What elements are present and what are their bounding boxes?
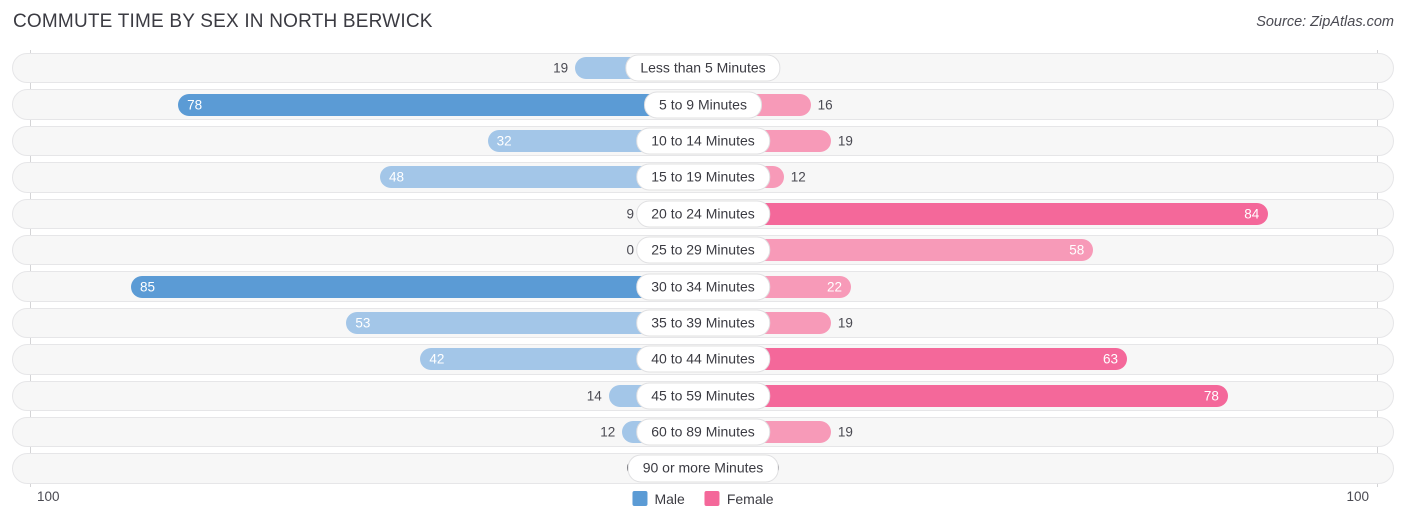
bar-male[interactable]: 78 [178, 93, 703, 116]
category-label: 60 to 89 Minutes [636, 418, 770, 446]
axis-tick-right: 100 [1346, 489, 1369, 504]
bar-value-male: 9 [626, 206, 634, 221]
legend-swatch-female [704, 491, 720, 506]
bar-male[interactable]: 85 [130, 275, 703, 298]
chart-title: COMMUTE TIME BY SEX IN NORTH BERWICK [13, 11, 433, 32]
category-label: 30 to 34 Minutes [636, 272, 770, 301]
bar-value-male: 19 [553, 60, 569, 76]
bar-female[interactable]: 84 [703, 202, 1269, 225]
bar-row: 14 78 45 to 59 Minutes [0, 378, 1406, 414]
bar-rows: 190Less than 5 Minutes78165 to 9 Minutes… [0, 50, 1406, 487]
bar-row: 48 12 15 to 19 Minutes [0, 159, 1406, 195]
bar-value-male: 53 [355, 315, 371, 331]
bar-female[interactable]: 78 [703, 384, 1228, 407]
category-label: 90 or more Minutes [627, 454, 779, 483]
bar-value-female: 19 [837, 315, 853, 331]
bar-row: 32 19 10 to 14 Minutes [0, 123, 1406, 159]
bar-value-male: 78 [187, 96, 203, 112]
chart-container: COMMUTE TIME BY SEX IN NORTH BERWICK Sou… [0, 0, 1406, 523]
source-attribution: Source: ZipAtlas.com [1256, 14, 1394, 30]
legend-label-male: Male [654, 490, 685, 507]
bar-value-male: 0 [626, 242, 634, 258]
bar-value-male: 12 [600, 424, 616, 440]
bar-row: 12 19 60 to 89 Minutes [0, 414, 1406, 450]
bar-value-female: 16 [817, 96, 833, 112]
bar-value-female: 84 [1244, 206, 1260, 221]
bar-row: 42 63 40 to 44 Minutes [0, 341, 1406, 377]
plot-area: 190Less than 5 Minutes78165 to 9 Minutes… [0, 50, 1406, 487]
bar-row: 0 58 25 to 29 Minutes [0, 232, 1406, 268]
bar-row: 0090 or more Minutes [0, 450, 1406, 486]
bar-value-male: 85 [139, 278, 155, 294]
bar-row: 190Less than 5 Minutes [0, 50, 1406, 86]
legend-swatch-male [632, 491, 648, 506]
category-label: 25 to 29 Minutes [636, 236, 770, 264]
legend: Male Female [632, 490, 774, 507]
axis-tick-left: 100 [37, 489, 60, 504]
bar-value-male: 14 [586, 387, 602, 403]
bar-value-female: 22 [827, 278, 843, 294]
category-label: 5 to 9 Minutes [644, 91, 762, 119]
legend-item-female[interactable]: Female [704, 490, 774, 507]
bar-value-male: 48 [388, 169, 404, 185]
bar-row: 9 84 20 to 24 Minutes [0, 196, 1406, 232]
bar-value-male: 42 [429, 351, 445, 367]
bar-value-female: 58 [1069, 242, 1085, 258]
category-label: 10 to 14 Minutes [636, 127, 770, 155]
bar-value-female: 19 [837, 133, 853, 149]
bar-value-female: 63 [1102, 351, 1118, 367]
bar-value-female: 19 [837, 424, 853, 440]
bar-value-male: 32 [496, 133, 512, 149]
legend-item-male[interactable]: Male [632, 490, 685, 507]
category-label: 45 to 59 Minutes [636, 382, 770, 410]
category-label: Less than 5 Minutes [625, 54, 781, 82]
category-label: 35 to 39 Minutes [636, 309, 770, 337]
bar-row: 53 19 35 to 39 Minutes [0, 305, 1406, 341]
bar-row: 78 16 5 to 9 Minutes [0, 86, 1406, 122]
category-label: 15 to 19 Minutes [636, 163, 770, 191]
category-label: 20 to 24 Minutes [636, 200, 770, 228]
category-label: 40 to 44 Minutes [636, 345, 770, 373]
bar-row: 85 22 30 to 34 Minutes [0, 268, 1406, 304]
legend-label-female: Female [726, 490, 774, 507]
chart-footer: 100 100 Male Female [0, 487, 1406, 523]
bar-value-female: 12 [790, 169, 806, 185]
bar-value-female: 78 [1203, 387, 1219, 403]
